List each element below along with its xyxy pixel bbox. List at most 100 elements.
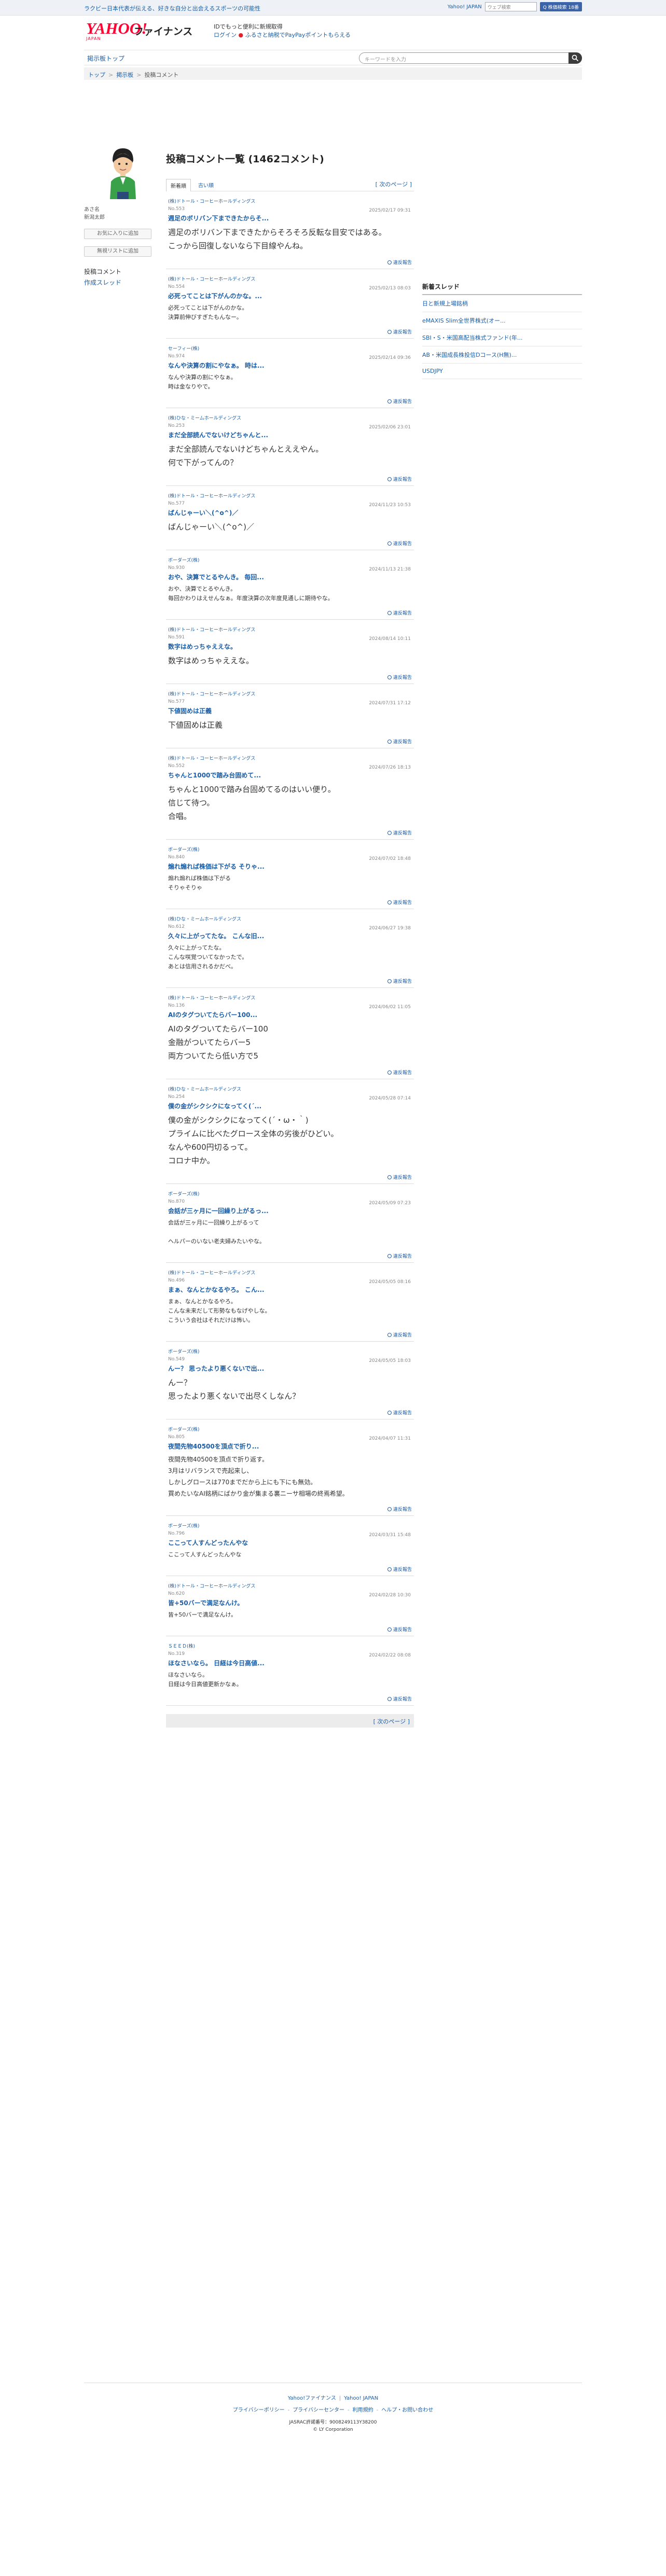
report-button[interactable]: 違反報告 bbox=[168, 540, 412, 547]
report-button[interactable]: 違反報告 bbox=[168, 328, 412, 335]
report-button[interactable]: 違反報告 bbox=[168, 1626, 412, 1633]
company-link[interactable]: ボーダーズ(株) bbox=[168, 846, 412, 853]
sort-oldest[interactable]: 古い順 bbox=[198, 181, 214, 189]
sort-newest[interactable]: 新着順 bbox=[166, 179, 191, 191]
company-link[interactable]: ボーダーズ(株) bbox=[168, 1522, 412, 1529]
company-link[interactable]: (株)ドトール・コーヒーホールディングス bbox=[168, 198, 412, 204]
comment-title-link[interactable]: 皆+50バーで満足なんけ。 bbox=[168, 1598, 412, 1607]
thread-link[interactable]: SBI・S・米国高配当株式ファンド(年... bbox=[422, 329, 582, 346]
web-search-input[interactable]: ウェブ検索 bbox=[484, 2, 537, 11]
comment-title-link[interactable]: 会話が三ヶ月に一回繰り上がるっ... bbox=[168, 1206, 412, 1215]
comment-title-link[interactable]: 僕の金がシクシクになってく(´... bbox=[168, 1102, 412, 1110]
comment-title-link[interactable]: 久々に上がってたな。 こんな旧... bbox=[168, 931, 412, 940]
company-link[interactable]: ボーダーズ(株) bbox=[168, 1426, 412, 1432]
tab-board-top[interactable]: 掲示板トップ bbox=[87, 54, 124, 63]
report-button[interactable]: 違反報告 bbox=[168, 476, 412, 482]
company-link[interactable]: (株)ドトール・コーヒーホールディングス bbox=[168, 1269, 412, 1276]
breadcrumb-board[interactable]: 掲示板 bbox=[116, 72, 133, 78]
comment-title-link[interactable]: まぁ、なんとかなるやろ。 こん... bbox=[168, 1285, 412, 1294]
add-ignore-button[interactable]: 無視リストに追加 bbox=[84, 246, 151, 257]
search-button[interactable] bbox=[568, 52, 582, 64]
footer-link-privacy[interactable]: プライバシーポリシー bbox=[233, 2407, 285, 2413]
nav-posted-comments[interactable]: 投稿コメント bbox=[84, 267, 162, 276]
keyword-search[interactable]: キーワードを入力 bbox=[359, 52, 582, 64]
furusato-link[interactable]: ふるさと納税でPayPayポイントもらえる bbox=[245, 32, 351, 38]
report-label: 違反報告 bbox=[393, 541, 412, 547]
report-button[interactable]: 違反報告 bbox=[168, 259, 412, 266]
comment-title-link[interactable]: おや、決算でとるやんき。 毎回... bbox=[168, 573, 412, 581]
company-link[interactable]: (株)ひな・ミームホールディングス bbox=[168, 915, 412, 922]
report-button[interactable]: 違反報告 bbox=[168, 829, 412, 836]
company-link[interactable]: (株)ドトール・コーヒーホールディングス bbox=[168, 690, 412, 697]
id-signup-text[interactable]: IDでもっと便利に新規取得 bbox=[214, 23, 351, 31]
comment-title-link[interactable]: 下値固めは正義 bbox=[168, 706, 412, 715]
next-page-link-bottom[interactable]: [ 次のページ ] bbox=[373, 1717, 410, 1725]
nav-created-threads[interactable]: 作成スレッド bbox=[84, 278, 162, 287]
report-button[interactable]: 違反報告 bbox=[168, 609, 412, 616]
comment-title-link[interactable]: ちゃんと1000で踏み台固めて... bbox=[168, 771, 412, 779]
comment-title-link[interactable]: ほなさいなら。 日経は今日高値... bbox=[168, 1659, 412, 1667]
company-link[interactable]: (株)ドトール・コーヒーホールディングス bbox=[168, 492, 412, 499]
report-button[interactable]: 違反報告 bbox=[168, 398, 412, 405]
promo-link[interactable]: ラクビー日本代表が伝える、好きな自分と出会えるスポーツの可能性 bbox=[84, 4, 260, 12]
footer-link-privacy-center[interactable]: プライバシーセンター bbox=[293, 2407, 344, 2413]
company-link[interactable]: (株)ドトール・コーヒーホールディングス bbox=[168, 626, 412, 633]
finance-title[interactable]: ファイナンス bbox=[134, 24, 192, 38]
yahoo-japan-link[interactable]: Yahoo! JAPAN bbox=[448, 4, 482, 10]
company-link[interactable]: (株)ドトール・コーヒーホールディングス bbox=[168, 275, 412, 282]
footer-link-finance[interactable]: Yahoo!ファイナンス bbox=[288, 2396, 336, 2401]
report-button[interactable]: 違反報告 bbox=[168, 1409, 412, 1416]
stock-search-button[interactable]: Q 株価検索 18番 bbox=[539, 2, 582, 11]
comment-title-link[interactable]: 夜間先物40500を頂点で折り... bbox=[168, 1442, 412, 1451]
thread-link[interactable]: USDJPY bbox=[422, 364, 582, 379]
company-link[interactable]: (株)ドトール・コーヒーホールディングス bbox=[168, 994, 412, 1001]
report-button[interactable]: 違反報告 bbox=[168, 1252, 412, 1259]
comment-title-link[interactable]: AIのタグついてたらバー100... bbox=[168, 1010, 412, 1019]
report-button[interactable]: 違反報告 bbox=[168, 1174, 412, 1180]
comment-title-link[interactable]: 数字はめっちゃええな。 bbox=[168, 642, 412, 651]
comment-title-link[interactable]: ここって人すんどったんやな bbox=[168, 1538, 412, 1547]
report-button[interactable]: 違反報告 bbox=[168, 738, 412, 745]
comment-title-link[interactable]: 週足のボリバン下まできたからそ... bbox=[168, 214, 412, 222]
company-link[interactable]: (株)ドトール・コーヒーホールディングス bbox=[168, 755, 412, 761]
report-button[interactable]: 違反報告 bbox=[168, 899, 412, 906]
report-button[interactable]: 違反報告 bbox=[168, 1331, 412, 1338]
comment-body: おや、決算でとるやんき。 毎回かわりはえせんなぁ。年度決算の次年度見通しに期待や… bbox=[168, 586, 334, 602]
company-link[interactable]: (株)ドトール・コーヒーホールディングス bbox=[168, 1582, 412, 1589]
footer-link-help[interactable]: ヘルプ・お問い合わせ bbox=[381, 2407, 433, 2413]
report-button[interactable]: 違反報告 bbox=[168, 978, 412, 984]
report-button[interactable]: 違反報告 bbox=[168, 674, 412, 680]
thread-link[interactable]: eMAXIS Slim全世界株式(オー... bbox=[422, 312, 582, 329]
report-label: 違反報告 bbox=[393, 399, 412, 405]
search-icon bbox=[572, 54, 579, 62]
report-icon bbox=[387, 1070, 392, 1075]
add-favorite-button[interactable]: お気に入りに追加 bbox=[84, 229, 151, 239]
thread-link[interactable]: AB・米国成長株投信Dコース(H無)... bbox=[422, 346, 582, 364]
report-button[interactable]: 違反報告 bbox=[168, 1069, 412, 1076]
company-link[interactable]: (株)ひな・ミームホールディングス bbox=[168, 414, 412, 421]
company-link[interactable]: (株)ひな・ミームホールディングス bbox=[168, 1085, 412, 1092]
thread-link[interactable]: 日と新規上場銘柄 bbox=[422, 295, 582, 312]
company-link[interactable]: ボーダーズ(株) bbox=[168, 1348, 412, 1355]
breadcrumb-top[interactable]: トップ bbox=[88, 72, 105, 78]
report-button[interactable]: 違反報告 bbox=[168, 1695, 412, 1702]
next-page-link[interactable]: [ 次のページ ] bbox=[376, 180, 412, 188]
footer-link-yahoo[interactable]: Yahoo! JAPAN bbox=[344, 2396, 378, 2401]
comment-item: セーフィー(株) No.974 2025/02/14 09:36 なんや決算の割にやな… bbox=[166, 339, 414, 408]
comment-item: ボーダーズ(株) No.796 2024/03/31 15:48 ここって人すんどった… bbox=[166, 1516, 414, 1576]
comment-title-link[interactable]: んー？ 思ったより悪くないで出... bbox=[168, 1364, 412, 1373]
comment-title-link[interactable]: なんや決算の割にやなぁ。 時は... bbox=[168, 361, 412, 370]
footer-link-terms[interactable]: 利用規約 bbox=[353, 2407, 373, 2413]
company-link[interactable]: ボーダーズ(株) bbox=[168, 1190, 412, 1197]
comment-body: ばんじゃーい＼(^o^)／ bbox=[168, 522, 255, 532]
report-button[interactable]: 違反報告 bbox=[168, 1566, 412, 1572]
company-link[interactable]: ＳＥＥＤ(株) bbox=[168, 1642, 412, 1649]
comment-title-link[interactable]: まだ全部読んでないけどちゃんと... bbox=[168, 430, 412, 439]
company-link[interactable]: ボーダーズ(株) bbox=[168, 556, 412, 563]
login-link[interactable]: ログイン bbox=[214, 32, 237, 38]
company-link[interactable]: セーフィー(株) bbox=[168, 345, 412, 352]
report-button[interactable]: 違反報告 bbox=[168, 1506, 412, 1512]
comment-title-link[interactable]: 必死ってことは下がんのかな。... bbox=[168, 291, 412, 300]
comment-title-link[interactable]: ばんじゃーい＼(^o^)／ bbox=[168, 508, 412, 517]
comment-title-link[interactable]: 煽れ煽れば株価は下がる そりゃ... bbox=[168, 862, 412, 871]
